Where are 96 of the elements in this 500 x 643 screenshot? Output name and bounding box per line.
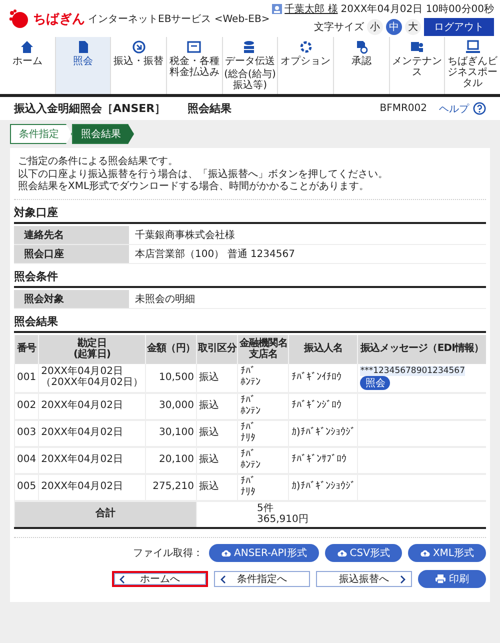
- table-cell: 20,100: [145, 447, 196, 474]
- table-cell: ﾁﾊﾞ ﾎﾝﾃﾝ: [238, 364, 289, 393]
- font-size-button[interactable]: 小: [367, 19, 383, 35]
- table-cell: 20XX年04月02日 （20XX年04月02日）: [38, 364, 146, 393]
- column-header: 勘定日: [76, 338, 108, 348]
- transfer-icon: [132, 40, 146, 54]
- field-label: 照会対象: [14, 290, 129, 308]
- table-cell: ﾁﾊﾞ ﾅﾘﾀ: [238, 474, 289, 501]
- intro-text: ご指定の条件による照会結果です。: [18, 156, 179, 168]
- nav-button[interactable]: 振込振替へ: [316, 571, 412, 587]
- total-label: 合計: [14, 501, 196, 528]
- file-download-label: ファイル取得：: [133, 547, 204, 560]
- column-header: 取引区分: [198, 343, 236, 355]
- field-label: 照会口座: [14, 244, 129, 264]
- bank-logo-text: ちばぎん: [33, 11, 85, 28]
- table-cell: 004: [14, 447, 39, 474]
- nav-button[interactable]: ホームへ: [112, 571, 208, 587]
- table-cell: 20XX年04月02日: [38, 393, 146, 420]
- field-value: 本店営業部（100） 普通 1234567: [129, 244, 486, 264]
- nav-button[interactable]: 条件指定へ: [214, 571, 310, 587]
- help-icon[interactable]: [473, 102, 486, 115]
- user-name-link[interactable]: 千葉太郎 様: [284, 2, 338, 16]
- chevron-left-icon: [119, 574, 125, 584]
- table-cell: 002: [14, 393, 39, 420]
- logo-icon: [8, 9, 30, 29]
- font-size-label: 文字サイズ: [314, 20, 364, 34]
- printer-icon: [435, 574, 446, 584]
- page-title: 振込入金明細照会［ANSER］: [14, 101, 166, 116]
- column-header: 振込人名: [302, 343, 344, 355]
- table-cell: ﾁﾊﾞ ﾅﾘﾀ: [238, 420, 289, 447]
- download-button[interactable]: XML形式: [408, 544, 486, 562]
- table-cell: ﾁﾊﾞｷﾞﾝｼﾞﾛｳ: [288, 393, 358, 420]
- section-heading: 照会結果: [14, 314, 486, 332]
- table-cell: ｶ)ﾁﾊﾞｷﾞﾝｼｮｳｼﾞ: [288, 474, 358, 501]
- font-size-button[interactable]: 中: [386, 19, 402, 35]
- table-cell: 20XX年04月02日: [38, 420, 146, 447]
- column-header: 振込メッセージ（EDI情報）: [359, 343, 485, 355]
- column-header: (起算日): [72, 349, 112, 360]
- view-button[interactable]: 照会: [360, 376, 390, 390]
- field-value: 千葉銀商事株式会社様: [129, 226, 486, 244]
- table-cell: ﾁﾊﾞ ﾎﾝﾃﾝ: [238, 447, 289, 474]
- step-indicator: 照会結果: [72, 124, 134, 144]
- table-cell: 振込: [196, 393, 238, 420]
- service-name: インターネットEBサービス <Web-EB>: [88, 13, 270, 26]
- table-cell: 振込: [196, 364, 238, 393]
- table-cell: 10,500: [145, 364, 196, 393]
- field-label: 連絡先名: [14, 226, 129, 244]
- field-value: 未照会の明細: [129, 290, 486, 308]
- help-link[interactable]: ヘルプ: [439, 102, 469, 116]
- total-value: 5件 365,910円: [196, 501, 486, 528]
- table-cell: 30,000: [145, 393, 196, 420]
- column-header: 金融機関名: [239, 338, 288, 348]
- document-icon: [76, 40, 90, 54]
- login-datetime: 20XX年04月02日 10時00分00秒: [340, 2, 494, 16]
- nav-tab[interactable]: メンテナンス: [388, 37, 444, 94]
- print-button[interactable]: 印刷: [418, 570, 486, 588]
- logout-button[interactable]: ログアウト: [424, 18, 494, 36]
- table-cell: 振込: [196, 447, 238, 474]
- user-icon: [272, 4, 282, 14]
- nav-tab[interactable]: 税金・各種料金払込み: [166, 37, 222, 94]
- person-icon: [410, 40, 424, 54]
- download-button[interactable]: CSV形式: [324, 544, 402, 562]
- section-heading: 照会条件: [14, 268, 486, 288]
- laptop-icon: [466, 40, 480, 54]
- download-button[interactable]: ANSER-API形式: [209, 544, 319, 562]
- nav-tab[interactable]: 照会: [54, 37, 110, 94]
- screen-id: BFMR002: [380, 103, 427, 114]
- cloud-upload-icon: [420, 549, 430, 557]
- column-header: 金額（円）: [146, 343, 195, 355]
- table-cell: 振込: [196, 474, 238, 501]
- table-cell: ｶ)ﾁﾊﾞｷﾞﾝｼｮｳｼﾞ: [288, 420, 358, 447]
- cloud-upload-icon: [221, 549, 232, 557]
- table-cell: 30,100: [145, 420, 196, 447]
- table-cell: 20XX年04月02日: [38, 447, 146, 474]
- table-cell: ﾁﾊﾞｷﾞﾝｲﾁﾛｳ: [288, 364, 358, 393]
- column-header: 支店名: [248, 349, 279, 360]
- table-cell: 003: [14, 420, 39, 447]
- table-cell: 振込: [196, 420, 238, 447]
- message-text: ***12345678901234567: [360, 366, 465, 376]
- table-cell: 001: [14, 364, 39, 393]
- chevron-right-icon: [400, 574, 406, 584]
- nav-tab[interactable]: ちばぎんビジネスポータル: [444, 37, 500, 94]
- font-size-button[interactable]: 大: [405, 19, 421, 35]
- nav-tab[interactable]: 振込・振替: [110, 37, 166, 94]
- table-cell: ﾁﾊﾞ ﾎﾝﾃﾝ: [238, 393, 289, 420]
- intro-text: 照会結果をXML形式でダウンロードする場合、時間がかかることがあります。: [18, 181, 370, 194]
- section-heading: 対象口座: [14, 204, 486, 224]
- intro-text: 以下の口座より振込振替を行う場合は、「振込振替へ」ボタンを押してください。: [18, 168, 389, 180]
- cloud-upload-icon: [336, 549, 347, 557]
- page-subtitle: 照会結果: [188, 101, 232, 116]
- table-cell: ﾁﾊﾞｷﾞﾝｻﾌﾞﾛｳ: [288, 447, 358, 474]
- nav-tab[interactable]: データ伝送 (総合(給与)振込等): [222, 37, 278, 94]
- home-icon: [20, 40, 34, 54]
- chevron-left-icon: [220, 574, 226, 584]
- column-header: 番号: [16, 343, 38, 355]
- step-indicator: 条件指定: [10, 124, 72, 144]
